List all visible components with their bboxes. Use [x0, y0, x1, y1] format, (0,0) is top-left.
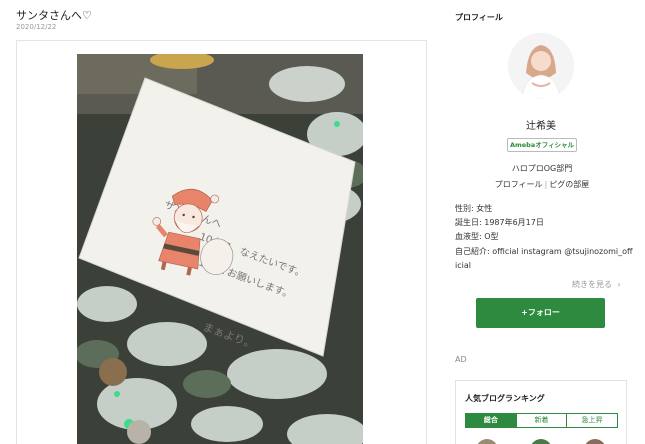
- info-intro: 自己紹介: official instagram @tsujinozomi_of…: [455, 247, 633, 256]
- avatar-image: [508, 33, 574, 99]
- read-more-link[interactable]: 続きを見る ›: [572, 279, 621, 290]
- tab-overall[interactable]: 総合: [466, 414, 516, 427]
- post-date: 2020/12/22: [16, 23, 57, 31]
- ad-label: AD: [455, 355, 467, 364]
- info-blood-type: 血液型: O型: [455, 232, 499, 241]
- tab-new[interactable]: 新着: [515, 414, 567, 427]
- pigg-room-link[interactable]: ピグの部屋: [549, 180, 589, 189]
- ranking-avatar[interactable]: [476, 439, 498, 444]
- christmas-tree-photo: サンタさんへ 10キロ、なえたいです。 宜しくお願いします。 まぁより。: [77, 54, 363, 444]
- post-title[interactable]: サンタさんへ♡: [16, 7, 92, 23]
- blogger-name[interactable]: 辻希美: [505, 117, 577, 132]
- official-badge: Amebaオフィシャル: [507, 138, 577, 152]
- ranking-tabs: 総合 新着 急上昇: [465, 413, 618, 428]
- ranking-avatar[interactable]: [530, 439, 552, 444]
- info-birthday: 誕生日: 1987年6月17日: [455, 218, 544, 227]
- profile-links: プロフィール | ピグの部屋: [480, 179, 604, 190]
- ranking-widget: 人気ブログランキング 総合 新着 急上昇: [455, 380, 627, 444]
- genre-link[interactable]: ハロプロOG部門: [490, 163, 594, 174]
- profile-heading: プロフィール: [455, 13, 503, 22]
- read-more-label: 続きを見る: [572, 280, 612, 289]
- post-photo[interactable]: サンタさんへ 10キロ、なえたいです。 宜しくお願いします。 まぁより。: [77, 54, 363, 444]
- follow-button[interactable]: +フォロー: [476, 298, 605, 328]
- chevron-right-icon: ›: [617, 280, 621, 289]
- ranking-title: 人気ブログランキング: [465, 394, 545, 403]
- info-intro-continued: icial: [455, 261, 471, 270]
- profile-link[interactable]: プロフィール: [495, 180, 543, 189]
- tab-rising[interactable]: 急上昇: [566, 414, 617, 427]
- ranking-avatar[interactable]: [584, 439, 606, 444]
- link-separator: |: [544, 180, 548, 189]
- info-gender: 性別: 女性: [455, 204, 493, 213]
- avatar[interactable]: [508, 33, 574, 99]
